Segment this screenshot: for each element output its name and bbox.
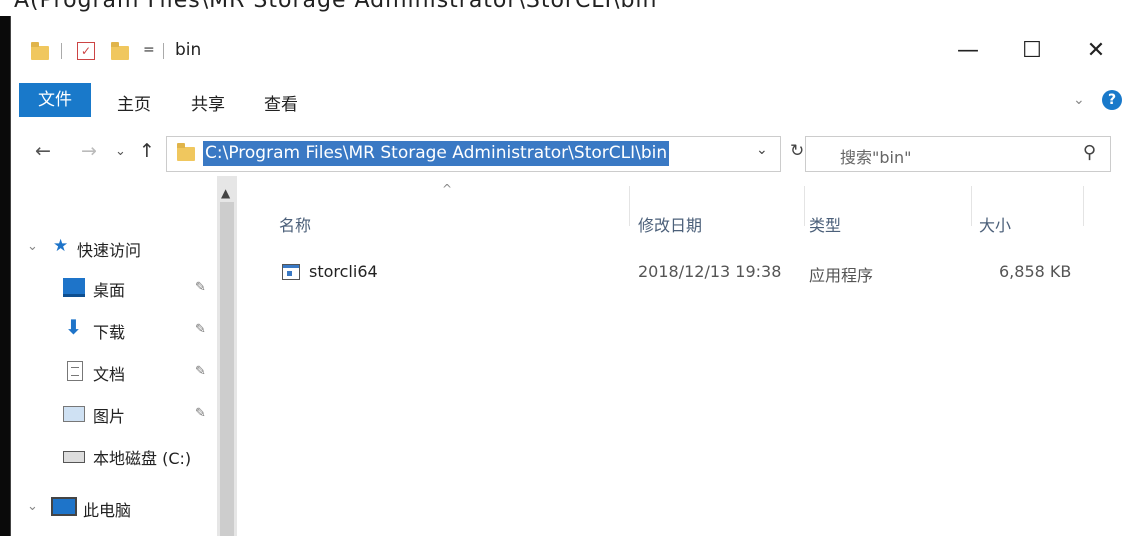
sidebar-item-quick-access[interactable]: ⌄ ★ 快速访问: [11, 234, 211, 260]
column-header-modified[interactable]: 修改日期: [638, 212, 702, 236]
scroll-up-icon[interactable]: ▲: [221, 186, 230, 200]
pin-icon[interactable]: ✎: [195, 280, 206, 295]
file-type: 应用程序: [809, 266, 874, 285]
sort-indicator-icon: ^: [442, 182, 453, 196]
document-icon: [67, 361, 83, 381]
sidebar-item-desktop[interactable]: 桌面 ✎: [11, 274, 211, 300]
folder-icon: [31, 42, 49, 60]
tab-view[interactable]: 查看: [264, 90, 298, 115]
tab-share[interactable]: 共享: [191, 90, 225, 115]
expand-chevron-icon[interactable]: ⌄: [27, 499, 38, 514]
column-divider[interactable]: [629, 186, 630, 226]
address-dropdown-icon[interactable]: ⌄: [756, 142, 768, 158]
search-box[interactable]: 搜索"bin" ⚲: [805, 136, 1111, 172]
column-divider[interactable]: [1083, 186, 1084, 226]
ribbon: 文件 主页 共享 查看 ⌄ ?: [11, 68, 1129, 138]
sidebar-item-label: 下载: [93, 323, 126, 342]
ribbon-expand-chevron-icon[interactable]: ⌄: [1073, 92, 1085, 108]
address-bar[interactable]: C:\Program Files\MR Storage Administrato…: [166, 136, 781, 172]
column-header-size[interactable]: 大小: [979, 212, 1011, 236]
nav-scrollbar[interactable]: ▲: [217, 176, 237, 536]
column-divider[interactable]: [971, 186, 972, 226]
background-edge: [0, 16, 10, 536]
tab-file[interactable]: 文件: [19, 83, 91, 117]
toolbar-divider: [61, 43, 62, 59]
search-icon[interactable]: ⚲: [1083, 142, 1096, 163]
tab-home[interactable]: 主页: [117, 90, 151, 115]
toolbar-divider: [163, 43, 164, 59]
explorer-window: ✓ = bin — ☐ ✕ 文件 主页 共享 查看 ⌄ ? ← → ⌄ ↑ C:…: [10, 16, 1129, 536]
column-divider[interactable]: [804, 186, 805, 226]
sidebar-item-local-disk[interactable]: 本地磁盘 (C:): [11, 442, 211, 468]
sidebar-item-label: 此电脑: [83, 501, 132, 520]
recent-locations-button[interactable]: ⌄: [115, 144, 126, 159]
pin-icon[interactable]: ✎: [195, 364, 206, 379]
file-list: ^ 名称 修改日期 类型 大小 storcli64 2018/12/13 19:…: [237, 176, 1129, 536]
sidebar-item-label: 桌面: [93, 281, 126, 300]
desktop-icon: [63, 278, 85, 297]
navigation-pane: ⌄ ★ 快速访问 桌面 ✎ ⬇ 下载 ✎ 文档 ✎ 图片 ✎ 本地磁盘 (C:): [11, 176, 237, 536]
sidebar-item-label: 本地磁盘 (C:): [93, 449, 192, 468]
download-icon: ⬇: [65, 315, 82, 339]
properties-icon[interactable]: ✓: [77, 42, 95, 60]
sidebar-item-documents[interactable]: 文档 ✎: [11, 358, 211, 384]
pin-icon[interactable]: ✎: [195, 322, 206, 337]
navigation-bar: ← → ⌄ ↑ C:\Program Files\MR Storage Admi…: [11, 136, 1129, 172]
back-button[interactable]: ←: [35, 140, 51, 162]
title-bar: ✓ = bin — ☐ ✕: [11, 16, 1129, 68]
search-input[interactable]: 搜索"bin": [840, 144, 911, 168]
picture-icon: [63, 406, 85, 422]
column-header-name[interactable]: 名称: [279, 212, 311, 236]
sidebar-item-label: 文档: [93, 365, 126, 384]
close-button[interactable]: ✕: [1073, 34, 1119, 68]
star-icon: ★: [53, 236, 69, 256]
computer-icon: [51, 497, 77, 516]
forward-button[interactable]: →: [81, 140, 97, 162]
expand-chevron-icon[interactable]: ⌄: [27, 239, 38, 254]
maximize-button[interactable]: ☐: [1009, 34, 1055, 68]
minimize-button[interactable]: —: [945, 34, 991, 68]
background-strip: A(Program Files\MR Storage Administrator…: [0, 0, 1129, 16]
sidebar-item-label: 图片: [93, 407, 126, 426]
sidebar-item-videos[interactable]: › 视频: [11, 530, 211, 536]
up-button[interactable]: ↑: [139, 140, 155, 162]
help-icon[interactable]: ?: [1102, 90, 1122, 110]
file-name[interactable]: storcli64: [309, 262, 378, 281]
window-title: bin: [175, 40, 202, 60]
address-path[interactable]: C:\Program Files\MR Storage Administrato…: [203, 141, 670, 166]
sidebar-item-downloads[interactable]: ⬇ 下载 ✎: [11, 315, 211, 342]
file-modified: 2018/12/13 19:38: [638, 262, 782, 281]
scrollbar-thumb[interactable]: [220, 202, 234, 536]
new-folder-icon[interactable]: [111, 42, 129, 60]
drive-icon: [63, 451, 85, 463]
application-icon: [282, 264, 300, 280]
refresh-icon[interactable]: ↻: [790, 141, 804, 161]
address-folder-icon: [177, 143, 195, 161]
pin-icon[interactable]: ✎: [195, 406, 206, 421]
quick-access-dropdown[interactable]: =: [143, 42, 155, 58]
sidebar-item-this-pc[interactable]: ⌄ 此电脑: [11, 494, 211, 520]
file-size: 6,858 KB: [999, 262, 1072, 281]
sidebar-item-pictures[interactable]: 图片 ✎: [11, 400, 211, 426]
sidebar-item-label: 快速访问: [77, 241, 142, 260]
column-header-type[interactable]: 类型: [809, 212, 841, 236]
